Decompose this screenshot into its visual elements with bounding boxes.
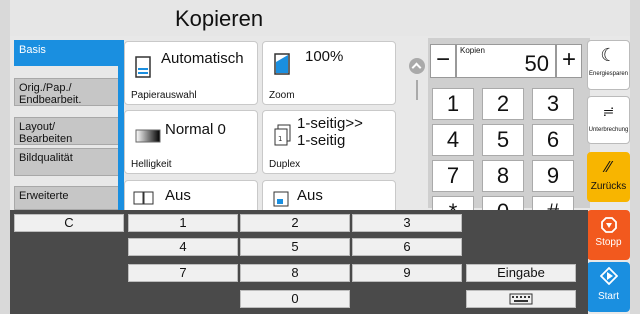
density-value: Normal 0 xyxy=(165,121,226,138)
paper-selection-card[interactable]: Automatisch Papierauswahl xyxy=(124,41,258,105)
keypad-key[interactable]: 1 xyxy=(128,214,238,232)
nav-item-label: Orig./Pap./ Endbearbeit. xyxy=(19,82,82,106)
keypad-key[interactable]: 4 xyxy=(128,238,238,256)
paper-selection-label: Papierauswahl xyxy=(131,90,197,101)
interrupt-label: Unterbrechung xyxy=(588,127,629,133)
margin-value: Aus xyxy=(297,187,323,204)
numpad-key[interactable]: 6 xyxy=(532,124,574,156)
nav-item-image-quality[interactable]: Bildqualität xyxy=(14,148,122,176)
svg-text:1: 1 xyxy=(278,135,282,143)
copy-screen: Kopieren Basis Orig./Pap./ Endbearbeit. … xyxy=(10,0,630,314)
density-card[interactable]: Normal 0 Helligkeit xyxy=(124,110,258,174)
increment-button[interactable]: + xyxy=(556,44,582,78)
clear-key[interactable]: C xyxy=(14,214,124,232)
scrollbar[interactable] xyxy=(416,80,418,100)
interrupt-icon: ≓ xyxy=(602,103,615,119)
reset-label: Zurücks xyxy=(590,181,627,192)
nav-item-advanced[interactable]: Erweiterte xyxy=(14,186,122,210)
duplex-value: 1-seitig>> 1-seitig xyxy=(297,115,363,149)
slash-icon: ⁄⁄ xyxy=(605,159,612,176)
numpad-key[interactable]: 5 xyxy=(482,124,524,156)
density-label: Helligkeit xyxy=(131,159,172,170)
reset-button[interactable]: ⁄⁄ Zurücks xyxy=(587,152,630,202)
moon-icon: ☾ xyxy=(600,45,617,65)
title-bar: Kopieren xyxy=(10,0,630,36)
nav-item-original-paper-finishing[interactable]: Orig./Pap./ Endbearbeit. xyxy=(14,78,122,106)
copies-value: 50 xyxy=(524,51,549,76)
interrupt-button[interactable]: ≓ Unterbrechung xyxy=(587,96,630,144)
numpad-key[interactable]: 1 xyxy=(432,88,474,120)
zoom-label: Zoom xyxy=(269,90,295,101)
keypad-key[interactable]: 7 xyxy=(128,264,238,282)
keypad-key[interactable]: 9 xyxy=(352,264,462,282)
numpad-key[interactable]: 2 xyxy=(482,88,524,120)
duplex-label: Duplex xyxy=(269,159,301,170)
keyboard-icon xyxy=(509,293,533,305)
keypad-key[interactable]: 5 xyxy=(240,238,350,256)
enter-key[interactable]: Eingabe xyxy=(466,264,576,282)
combine-value: Aus xyxy=(165,187,191,204)
numpad-key[interactable]: 4 xyxy=(432,124,474,156)
nav-item-label: Bildqualität xyxy=(19,152,73,164)
energy-saver-label: Energiesparen xyxy=(588,71,629,77)
copies-field[interactable]: Kopien 50 xyxy=(456,44,556,78)
zoom-value: 100% xyxy=(305,48,344,65)
zoom-card[interactable]: 100% Zoom xyxy=(262,41,396,105)
duplex-icon: 1 xyxy=(274,124,291,146)
stop-label: Stopp xyxy=(595,237,622,248)
stop-icon xyxy=(601,217,617,233)
stop-button[interactable]: Stopp xyxy=(587,210,630,260)
paper-icon xyxy=(135,56,151,78)
zoom-icon xyxy=(274,53,290,75)
nav-item-label: Basis xyxy=(19,44,46,56)
keyboard-key[interactable] xyxy=(466,290,576,308)
combine-icon xyxy=(133,191,154,205)
keypad-key[interactable]: 3 xyxy=(352,214,462,232)
keypad-key[interactable]: 8 xyxy=(240,264,350,282)
numpad-key[interactable]: 8 xyxy=(482,160,524,192)
keypad-key[interactable]: 6 xyxy=(352,238,462,256)
start-button[interactable]: Start xyxy=(587,262,630,312)
numpad-key[interactable]: 3 xyxy=(532,88,574,120)
decrement-button[interactable]: − xyxy=(430,44,456,78)
keypad-key-zero[interactable]: 0 xyxy=(240,290,350,308)
numpad-key[interactable]: 9 xyxy=(532,160,574,192)
start-icon xyxy=(600,267,618,285)
page-title: Kopieren xyxy=(175,6,264,31)
density-icon xyxy=(135,129,161,143)
nav-item-label: Erweiterte xyxy=(19,190,69,202)
keypad-key[interactable]: 2 xyxy=(240,214,350,232)
energy-saver-button[interactable]: ☾ Energiesparen xyxy=(587,40,630,90)
nav-item-label: Layout/ Bearbeiten xyxy=(19,121,73,145)
nav-item-basis[interactable]: Basis xyxy=(14,40,122,66)
nav-item-layout-edit[interactable]: Layout/ Bearbeiten xyxy=(14,117,122,145)
scroll-up-button[interactable] xyxy=(409,58,425,74)
copies-label: Kopien xyxy=(460,46,485,55)
numpad-key[interactable]: 7 xyxy=(432,160,474,192)
start-label: Start xyxy=(597,291,620,302)
margin-icon xyxy=(273,191,289,207)
paper-selection-value: Automatisch xyxy=(161,50,244,67)
duplex-card[interactable]: 1 1-seitig>> 1-seitig Duplex xyxy=(262,110,396,174)
